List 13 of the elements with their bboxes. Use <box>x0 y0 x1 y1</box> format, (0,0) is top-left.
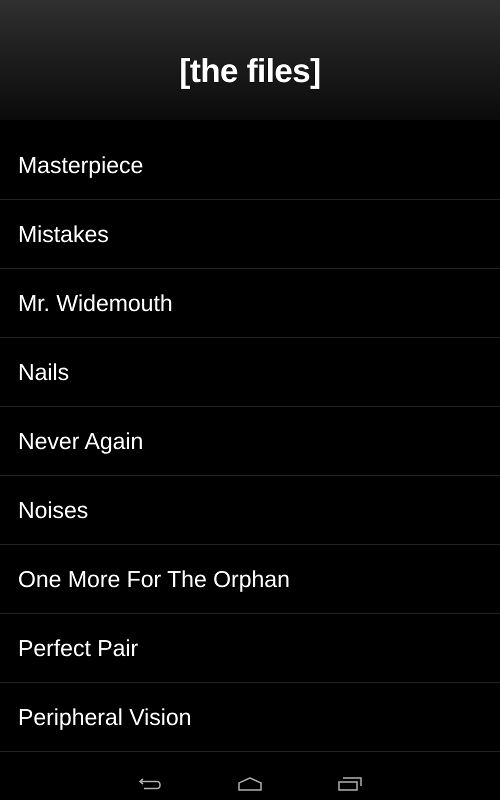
home-icon <box>238 777 262 791</box>
file-list-item[interactable]: Noises <box>0 476 500 545</box>
file-list-item[interactable]: Never Again <box>0 407 500 476</box>
file-list-item[interactable]: Perfect Pair <box>0 614 500 683</box>
recent-apps-icon <box>338 777 362 791</box>
app-title: [the files] <box>179 51 321 90</box>
file-list-item[interactable]: Nails <box>0 338 500 407</box>
file-list-item[interactable]: Mr. Widemouth <box>0 269 500 338</box>
file-list-item[interactable]: Masterpiece <box>0 131 500 200</box>
file-list-item[interactable]: Mistakes <box>0 200 500 269</box>
file-list-item[interactable]: One More For The Orphan <box>0 545 500 614</box>
file-list-item[interactable]: Peripheral Vision <box>0 683 500 752</box>
back-icon <box>138 777 162 791</box>
